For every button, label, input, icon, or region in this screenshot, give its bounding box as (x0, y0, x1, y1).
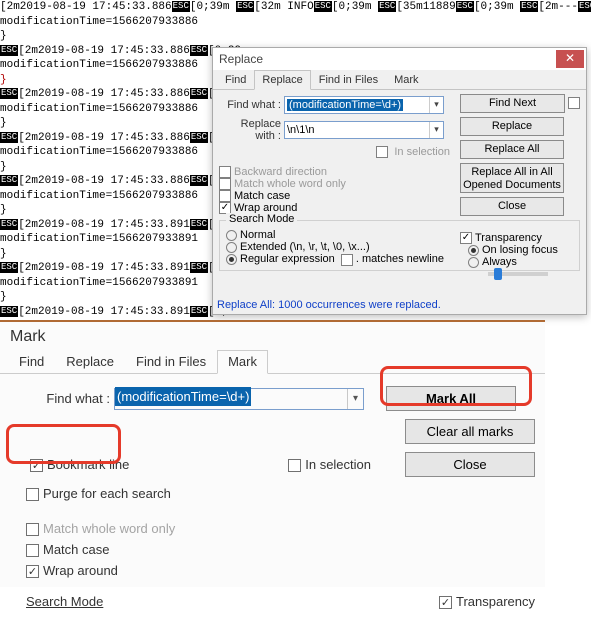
transparency-slider[interactable] (488, 272, 548, 276)
onlosing-label: On losing focus (482, 244, 558, 256)
find-next-checkbox[interactable] (568, 97, 580, 109)
mark-tabs: FindReplaceFind in FilesMark (0, 350, 545, 374)
purge-checkbox[interactable] (26, 488, 39, 501)
extended-radio[interactable] (226, 242, 237, 253)
close-icon[interactable]: ✕ (556, 50, 584, 68)
find-next-button[interactable]: Find Next (460, 94, 565, 113)
mark-matchcase-label: Match case (43, 542, 109, 557)
tab-replace[interactable]: Replace (55, 350, 125, 373)
mark-find-label: Find what : (10, 391, 110, 406)
dialog-right-buttons: Find Next Replace Replace All Replace Al… (460, 94, 580, 276)
tab-find[interactable]: Find (217, 70, 254, 89)
in-selection-label: In selection (394, 146, 450, 158)
bookmark-label: Bookmark line (47, 457, 129, 472)
always-label: Always (482, 256, 517, 268)
regex-label: Regular expression (240, 253, 335, 265)
matchcase-checkbox[interactable] (219, 190, 231, 202)
replace-dialog: Replace ✕ FindReplaceFind in FilesMark F… (212, 47, 587, 315)
wholeword-checkbox[interactable] (219, 178, 231, 190)
extended-label: Extended (\n, \r, \t, \0, \x...) (240, 241, 370, 253)
dialog-body: Find what : (modificationTime=\d+) ▾ Rep… (213, 90, 586, 314)
transparency-checkbox[interactable]: ✓ (460, 232, 472, 244)
find-label: Find what : (219, 99, 281, 111)
tab-find[interactable]: Find (8, 350, 55, 373)
replace-all-button[interactable]: Replace All (460, 140, 564, 159)
mark-searchmode-label: Search Mode (26, 591, 439, 612)
normal-radio[interactable] (226, 230, 237, 241)
clear-all-button[interactable]: Clear all marks (405, 419, 535, 444)
tab-find-in-files[interactable]: Find in Files (125, 350, 217, 373)
newline-checkbox[interactable] (341, 254, 353, 266)
chevron-down-icon[interactable]: ▾ (347, 389, 363, 409)
tab-mark[interactable]: Mark (386, 70, 426, 89)
mark-all-button[interactable]: Mark All (386, 386, 516, 411)
chevron-down-icon[interactable]: ▾ (429, 97, 443, 113)
mark-matchcase-checkbox[interactable] (26, 544, 39, 557)
wholeword-label: Match whole word only (234, 178, 346, 190)
mark-find-input[interactable]: (modificationTime=\d+) ▾ (114, 388, 364, 410)
mark-wrap-label: Wrap around (43, 563, 118, 578)
mark-close-button[interactable]: Close (405, 452, 535, 477)
backward-label: Backward direction (234, 166, 327, 178)
mark-inselection-label: In selection (305, 457, 371, 472)
normal-label: Normal (240, 229, 275, 241)
replace-all-opened-button[interactable]: Replace All in All Opened Documents (460, 163, 564, 193)
purge-label: Purge for each search (43, 486, 171, 501)
close-button[interactable]: Close (460, 197, 564, 216)
matchcase-label: Match case (234, 190, 290, 202)
dialog-title: Replace (219, 52, 556, 66)
mark-wholeword-checkbox[interactable] (26, 523, 39, 536)
regex-radio[interactable] (226, 254, 237, 265)
tab-mark[interactable]: Mark (217, 350, 268, 374)
mark-transparency-label: Transparency (456, 594, 535, 609)
bookmark-checkbox[interactable]: ✓ (30, 459, 43, 472)
mark-title: Mark (0, 322, 545, 350)
transparency-label: Transparency (475, 232, 542, 244)
mark-wholeword-label: Match whole word only (43, 521, 175, 536)
chevron-down-icon[interactable]: ▾ (429, 122, 443, 138)
newline-label: . matches newline (356, 253, 444, 265)
backward-checkbox[interactable] (219, 166, 231, 178)
in-selection-checkbox[interactable] (376, 146, 388, 158)
always-radio[interactable] (468, 257, 479, 268)
replace-label: Replace with : (219, 118, 281, 142)
tab-replace[interactable]: Replace (254, 70, 310, 90)
dialog-titlebar: Replace ✕ (213, 48, 586, 70)
tab-find-in-files[interactable]: Find in Files (311, 70, 386, 89)
replace-input[interactable]: \n\1\n ▾ (284, 121, 444, 139)
mark-inselection-checkbox[interactable] (288, 459, 301, 472)
mark-wrap-checkbox[interactable]: ✓ (26, 565, 39, 578)
status-text: Replace All: 1000 occurrences were repla… (217, 299, 441, 311)
mark-panel: Mark FindReplaceFind in FilesMark Find w… (0, 320, 545, 587)
find-input[interactable]: (modificationTime=\d+) ▾ (284, 96, 444, 114)
search-mode-legend: Search Mode (226, 213, 297, 225)
replace-button[interactable]: Replace (460, 117, 564, 136)
onlosing-radio[interactable] (468, 245, 479, 256)
mark-transparency-checkbox[interactable]: ✓ (439, 596, 452, 609)
dialog-tabs: FindReplaceFind in FilesMark (213, 70, 586, 90)
